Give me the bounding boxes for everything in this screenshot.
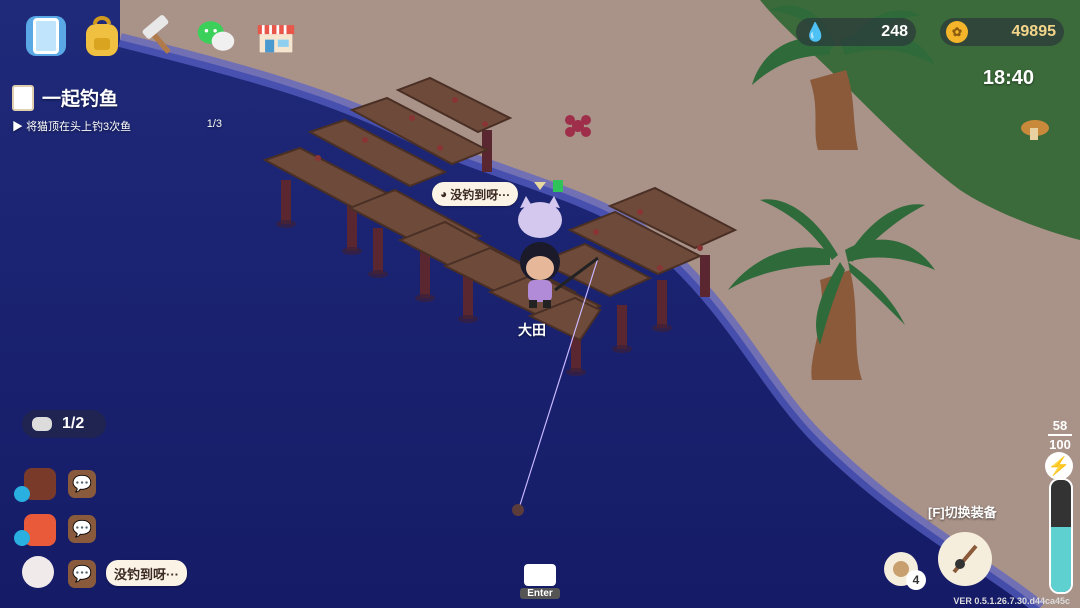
energy-fill bbox=[1051, 527, 1071, 592]
phone-icon bbox=[33, 18, 59, 54]
hammer-icon bbox=[142, 15, 171, 54]
phone-button[interactable] bbox=[26, 16, 66, 56]
quest-icon bbox=[12, 84, 34, 111]
chat-button-3[interactable]: 💬 bbox=[68, 560, 96, 588]
cat-icon bbox=[32, 417, 52, 431]
chat-bubble-icon: 💬 bbox=[72, 566, 92, 583]
build-button[interactable] bbox=[140, 15, 180, 56]
wechat-icon bbox=[197, 21, 235, 51]
quest-progress: 1/3 bbox=[206, 118, 222, 130]
water-amount: 248 bbox=[881, 23, 908, 40]
quest-title: 一起钓鱼 bbox=[42, 89, 119, 110]
energy-current: 58 bbox=[1052, 418, 1068, 433]
game-clock: 18:40 bbox=[982, 67, 1034, 89]
shop-button[interactable] bbox=[256, 16, 296, 56]
player-speech-bubble: ◕ 没钓到呀··· bbox=[432, 182, 519, 206]
fishing-bobber bbox=[512, 504, 524, 516]
party-counter[interactable]: 1/2 bbox=[22, 410, 106, 438]
energy-max: 100 bbox=[1049, 437, 1071, 452]
chat-message-bubble: 没钓到呀··· bbox=[106, 560, 187, 586]
chat-bubble-icon: 💬 bbox=[72, 476, 92, 493]
paw-badge-icon bbox=[14, 530, 30, 546]
cat-avatar[interactable] bbox=[22, 556, 54, 588]
fishing-rod-icon bbox=[952, 544, 978, 574]
paw-badge-icon bbox=[14, 486, 30, 502]
enter-key-label: Enter bbox=[520, 588, 560, 599]
play-arrow-icon: ▶ bbox=[12, 121, 27, 133]
quest-objective: 将猫顶在头上钓3次鱼 bbox=[26, 121, 132, 133]
cat-face-icon: ◕ bbox=[440, 187, 448, 201]
player-speech-text: 没钓到呀··· bbox=[450, 187, 511, 202]
paw-coin-icon: ✿ bbox=[946, 21, 968, 43]
coin-counter: ✿ 49895 bbox=[940, 18, 1064, 46]
quest-objective-row: ▶ 将猫顶在头上钓3次鱼 1/3 bbox=[12, 118, 222, 134]
energy-readout: 58 100 bbox=[1048, 418, 1072, 452]
bait-count: 4 bbox=[906, 570, 926, 590]
backpack-icon bbox=[86, 16, 118, 56]
equipped-tool-button[interactable] bbox=[938, 532, 992, 586]
enter-key-hint[interactable]: Enter bbox=[520, 564, 560, 608]
energy-bolt-icon: ⚡ bbox=[1045, 452, 1073, 480]
keyboard-icon bbox=[524, 564, 556, 586]
switch-equipment-label: [F]切换装备 bbox=[928, 505, 997, 520]
chat-button-2[interactable]: 💬 bbox=[68, 515, 96, 543]
water-drop-icon: 💧 bbox=[804, 21, 827, 42]
backpack-button[interactable] bbox=[82, 16, 122, 56]
quest-panel[interactable]: 一起钓鱼 bbox=[12, 84, 118, 111]
chat-bubble-icon: 💬 bbox=[72, 521, 92, 538]
wechat-button[interactable] bbox=[196, 16, 236, 56]
shop-icon bbox=[257, 25, 295, 53]
game-scene bbox=[0, 0, 1080, 608]
water-counter: 💧 248 bbox=[796, 18, 916, 46]
chat-button-1[interactable]: 💬 bbox=[68, 470, 96, 498]
energy-divider bbox=[1048, 434, 1072, 436]
party-count: 1/2 bbox=[62, 415, 85, 432]
coin-amount: 49895 bbox=[1011, 23, 1057, 40]
player-name: 大田 bbox=[518, 322, 546, 338]
chat-message-text: 没钓到呀··· bbox=[114, 566, 179, 582]
energy-bar bbox=[1049, 478, 1073, 594]
version-label: VER 0.5.1.26.7.30.d44ca45c bbox=[953, 596, 1070, 606]
